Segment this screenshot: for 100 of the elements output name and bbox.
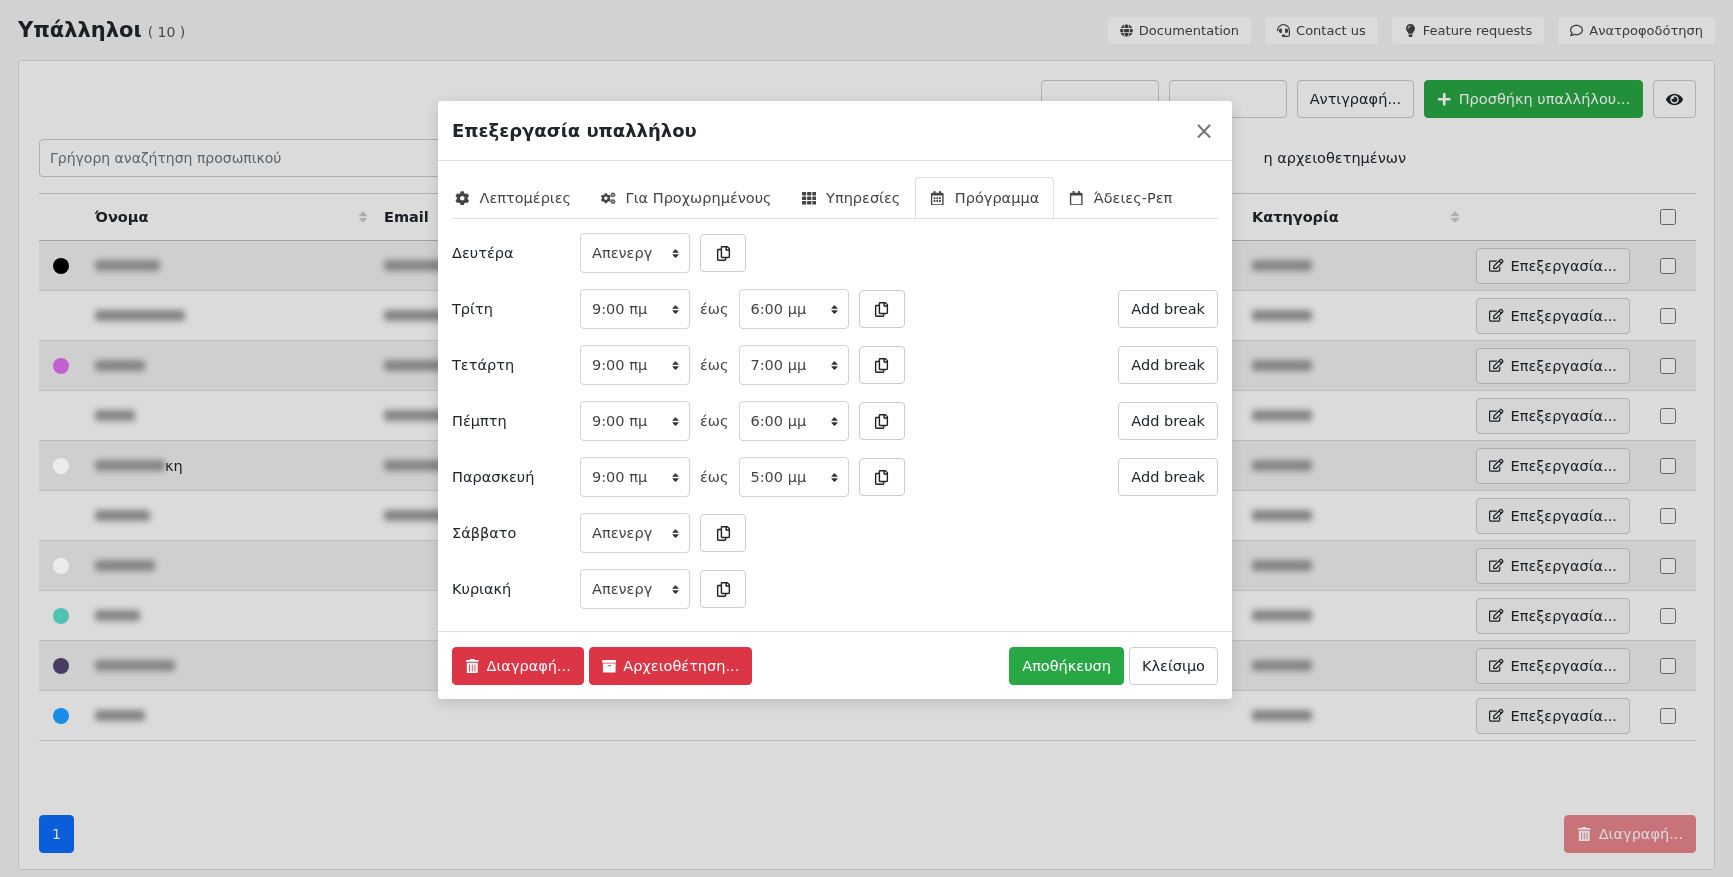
copy-button[interactable] [858, 458, 905, 496]
copy-button[interactable] [700, 570, 746, 608]
visibility-button[interactable] [1653, 80, 1696, 118]
caret-icon [670, 471, 681, 483]
blurred-text [95, 560, 155, 571]
caret-icon [670, 583, 681, 595]
copy-button[interactable] [858, 290, 905, 328]
range-separator: έως [700, 301, 729, 317]
status-select[interactable]: Απενεργ [580, 569, 690, 609]
day-label: Κυριακή [452, 581, 513, 597]
edit-button[interactable]: Επεξεργασία... [1476, 497, 1630, 534]
header-link[interactable]: Documentation [1107, 16, 1252, 44]
blurred-text [1252, 510, 1312, 521]
blurred-text [1252, 610, 1312, 621]
row-checkbox[interactable] [1660, 557, 1676, 574]
blurred-text [1252, 710, 1312, 721]
copy-icon [874, 301, 889, 317]
page-title: Υπάλληλοι ( 10 ) [18, 18, 186, 42]
edit-icon [1489, 308, 1504, 323]
row-checkbox[interactable] [1660, 507, 1676, 524]
start-time-select[interactable]: 9:00 πμ [580, 289, 690, 329]
row-checkbox[interactable] [1660, 357, 1676, 374]
edit-button[interactable]: Επεξεργασία... [1476, 397, 1630, 434]
day-label: Δευτέρα [452, 245, 515, 261]
caret-icon [670, 247, 681, 259]
edit-button[interactable]: Επεξεργασία... [1476, 647, 1630, 684]
gears-icon [601, 190, 616, 206]
close-button[interactable]: × [1189, 116, 1218, 145]
copy-button[interactable] [858, 346, 905, 384]
start-time-select[interactable]: 9:00 πμ [580, 345, 690, 385]
speech-bubble-icon [1570, 23, 1584, 37]
globe-icon [1119, 23, 1133, 37]
day-label: Σάββατο [452, 525, 518, 541]
calendar-icon [1069, 190, 1084, 206]
archive-icon [601, 658, 617, 674]
blurred-text [95, 510, 150, 521]
edit-icon [1489, 608, 1504, 623]
status-select[interactable]: Απενεργ [580, 513, 690, 553]
end-time-select[interactable]: 6:00 μμ [738, 401, 849, 441]
add-break-button[interactable]: Add break [1118, 346, 1218, 384]
select-all-checkbox[interactable] [1660, 209, 1676, 225]
copy-button[interactable] [858, 402, 905, 440]
edit-icon [1489, 358, 1504, 373]
end-time-select[interactable]: 7:00 μμ [738, 345, 849, 385]
edit-button[interactable]: Επεξεργασία... [1476, 347, 1630, 384]
row-checkbox[interactable] [1660, 307, 1676, 324]
range-separator: έως [700, 413, 729, 429]
row-checkbox[interactable] [1660, 457, 1676, 474]
add-break-button[interactable]: Add break [1118, 402, 1218, 440]
edit-button[interactable]: Επεξεργασία... [1476, 247, 1630, 284]
caret-icon [670, 527, 681, 539]
archive-button[interactable]: Αρχειοθέτηση... [588, 647, 753, 685]
delete-button[interactable]: Διαγραφή... [452, 647, 584, 685]
edit-button[interactable]: Επεξεργασία... [1476, 547, 1630, 584]
copy-button[interactable] [700, 234, 746, 272]
copy-button[interactable]: Αντιγραφή... [1296, 80, 1415, 118]
page-button[interactable]: 1 [39, 815, 74, 853]
start-time-select[interactable]: 9:00 πμ [580, 457, 690, 497]
blurred-text [1252, 410, 1312, 421]
edit-icon [1489, 558, 1504, 573]
column-header[interactable]: Όνομα [95, 209, 149, 225]
edit-icon [1489, 408, 1504, 423]
row-checkbox[interactable] [1660, 657, 1676, 674]
edit-button[interactable]: Επεξεργασία... [1476, 447, 1630, 484]
header-link[interactable]: Feature requests [1391, 16, 1545, 44]
range-separator: έως [700, 469, 729, 485]
blurred-text [1252, 260, 1312, 271]
copy-icon [715, 525, 731, 541]
end-time-select[interactable]: 6:00 μμ [738, 289, 849, 329]
close-dialog-button[interactable]: Κλείσιμο [1128, 647, 1218, 685]
end-time-select[interactable]: 5:00 μμ [738, 457, 849, 497]
blurred-text [95, 360, 145, 371]
edit-button[interactable]: Επεξεργασία... [1476, 297, 1630, 334]
caret-icon [828, 471, 840, 483]
start-time-select[interactable]: 9:00 πμ [580, 401, 690, 441]
edit-button[interactable]: Επεξεργασία... [1476, 697, 1630, 734]
add-break-button[interactable]: Add break [1118, 458, 1218, 496]
copy-button[interactable] [700, 514, 746, 552]
row-checkbox[interactable] [1660, 707, 1676, 724]
calendar-icon [930, 190, 945, 206]
status-select[interactable]: Απενεργ [580, 233, 690, 273]
header-link[interactable]: Contact us [1265, 16, 1378, 44]
row-checkbox[interactable] [1660, 257, 1676, 274]
caret-icon [828, 415, 840, 427]
dialog-tab[interactable]: Πρόγραμμα [915, 177, 1055, 218]
row-checkbox[interactable] [1660, 407, 1676, 424]
header-link[interactable]: Ανατροφοδότηση [1558, 16, 1715, 44]
add-break-button[interactable]: Add break [1118, 290, 1218, 328]
row-checkbox[interactable] [1660, 607, 1676, 624]
blurred-text [1252, 360, 1312, 371]
blurred-text [95, 460, 165, 471]
day-label: Παρασκευή [452, 469, 536, 485]
column-header[interactable]: Email [384, 209, 429, 225]
caret-icon [828, 359, 840, 371]
headset-icon [1277, 23, 1291, 37]
archived-label: η αρχειοθετημένων [1263, 150, 1406, 166]
edit-icon [1489, 658, 1504, 673]
copy-icon [715, 581, 731, 597]
edit-button[interactable]: Επεξεργασία... [1476, 597, 1630, 634]
column-header[interactable]: Κατηγορία [1252, 209, 1339, 225]
